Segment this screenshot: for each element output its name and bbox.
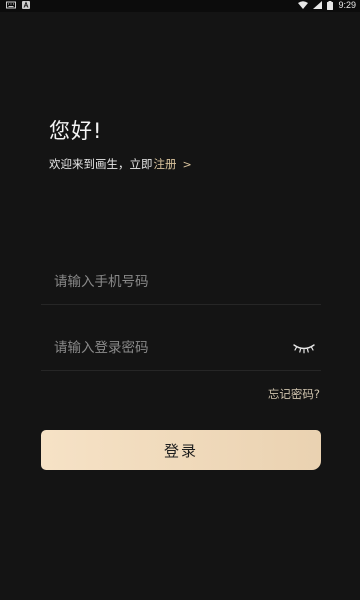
phone-field <box>41 262 321 305</box>
wifi-icon <box>298 1 309 9</box>
welcome-row: 欢迎来到画生，立即 注册 > <box>49 156 192 172</box>
keyboard-icon <box>6 1 16 9</box>
phone-input[interactable] <box>54 262 284 302</box>
forgot-password-link[interactable]: 忘记密码? <box>268 386 320 402</box>
register-link[interactable]: 注册 <box>154 156 177 172</box>
chevron-right-icon[interactable]: > <box>183 158 192 171</box>
password-input[interactable] <box>54 328 284 368</box>
login-button[interactable]: 登录 <box>41 430 321 470</box>
page-title: 您好! <box>49 119 103 143</box>
eye-closed-icon[interactable] <box>293 340 315 354</box>
status-bar: 9:29 <box>0 0 360 12</box>
status-bar-left <box>6 1 30 9</box>
battery-icon <box>327 0 334 10</box>
notification-a-icon <box>22 1 30 9</box>
status-time: 9:29 <box>338 0 356 10</box>
welcome-text: 欢迎来到画生，立即 <box>49 157 153 171</box>
password-field <box>41 328 321 371</box>
status-bar-right: 9:29 <box>298 0 356 10</box>
login-screen: 9:29 您好! 欢迎来到画生，立即 注册 > 忘记密码? 登录 <box>0 0 360 600</box>
signal-icon <box>313 1 323 9</box>
